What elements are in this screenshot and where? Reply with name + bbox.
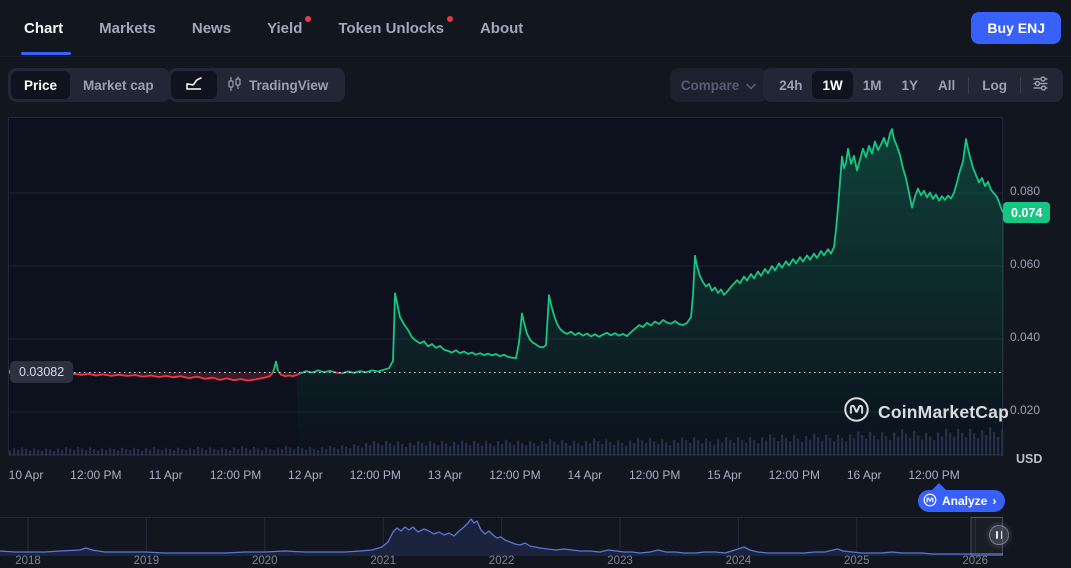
- line-chart-view-option[interactable]: [171, 71, 217, 99]
- log-scale-toggle[interactable]: Log: [972, 71, 1017, 99]
- navigator-year-label: 2021: [370, 555, 396, 567]
- metric-price-option[interactable]: Price: [11, 71, 71, 99]
- compare-label: Compare: [680, 77, 740, 93]
- tradingview-view-option[interactable]: TradingView: [217, 76, 342, 95]
- navigator-year-label: 2018: [15, 555, 41, 567]
- notification-dot: [305, 16, 312, 22]
- nav-item-label: About: [479, 20, 524, 37]
- x-axis-label: 13 Apr: [427, 468, 463, 482]
- chart-toolbar: Price Market cap TradingView Compare 24h…: [0, 68, 1071, 102]
- y-axis-label: 0.060: [1010, 257, 1041, 271]
- y-axis-label: 0.040: [1010, 330, 1041, 344]
- sliders-icon: [1032, 75, 1049, 95]
- metric-toggle: Price Market cap: [8, 68, 170, 102]
- watermark-label: CoinMarketCap: [878, 401, 1009, 422]
- page-header: Chart Markets News Yield Token Unlocks About …: [0, 0, 1071, 57]
- navigator-range-handle[interactable]: [989, 525, 1009, 545]
- buy-enj-button[interactable]: Buy ENJ: [971, 12, 1061, 44]
- y-axis-label: 0.020: [1010, 403, 1041, 417]
- nav-item-label: Yield: [267, 20, 303, 37]
- x-axis-label: 12:00 PM: [349, 468, 401, 482]
- chevron-right-icon: ›: [992, 494, 997, 508]
- nav-item-label: Token Unlocks: [338, 20, 444, 37]
- nav-item-yield[interactable]: Yield: [267, 0, 312, 57]
- x-axis-label: 12:00 PM: [768, 468, 821, 482]
- main-nav: Chart Markets News Yield Token Unlocks About: [21, 0, 523, 57]
- x-axis-label: 14 Apr: [567, 468, 603, 482]
- x-axis-label: 16 Apr: [846, 468, 882, 482]
- range-1y[interactable]: 1Y: [891, 71, 928, 99]
- candlestick-icon: [227, 76, 242, 95]
- line-chart-icon: [185, 76, 203, 94]
- navigator-year-label: 2024: [725, 555, 752, 567]
- range-selector: 24h 1W 1M 1Y All Log: [763, 68, 1063, 102]
- range-1w[interactable]: 1W: [812, 71, 853, 99]
- metric-marketcap-option[interactable]: Market cap: [70, 71, 167, 99]
- tradingview-label: TradingView: [249, 77, 329, 93]
- x-axis-label: 15 Apr: [707, 468, 742, 482]
- divider: [1020, 77, 1021, 93]
- nav-item-label: Chart: [24, 20, 64, 37]
- navigator-year-label: 2019: [133, 555, 160, 567]
- compare-button[interactable]: Compare: [670, 68, 767, 102]
- active-tab-underline: [21, 52, 72, 55]
- range-all[interactable]: All: [928, 71, 965, 99]
- chart-settings-button[interactable]: [1024, 75, 1057, 95]
- currency-unit-label: USD: [1016, 452, 1043, 466]
- range-1m[interactable]: 1M: [853, 71, 892, 99]
- navigator-svg: [0, 517, 1003, 556]
- open-price-badge: 0.03082: [10, 360, 74, 383]
- nav-item-news[interactable]: News: [192, 0, 231, 57]
- x-axis-label: 12:00 PM: [209, 468, 262, 482]
- nav-item-token-unlocks[interactable]: Token Unlocks: [338, 0, 453, 57]
- range-24h[interactable]: 24h: [769, 71, 812, 99]
- navigator-year-label: 2020: [252, 555, 278, 567]
- navigator-year-label: 2023: [607, 555, 633, 567]
- nav-item-label: Markets: [99, 20, 156, 37]
- nav-item-markets[interactable]: Markets: [99, 0, 156, 57]
- navigator-year-label: 2022: [488, 555, 515, 567]
- current-price-badge: 0.074: [1003, 202, 1051, 224]
- navigator-year-label: 2026: [962, 555, 988, 567]
- x-axis-label: 12:00 PM: [628, 468, 681, 482]
- chevron-down-icon: [746, 78, 757, 93]
- y-axis-label: 0.080: [1010, 184, 1041, 198]
- notification-dot: [446, 16, 453, 22]
- nav-item-label: News: [191, 20, 232, 37]
- nav-item-about[interactable]: About: [480, 0, 523, 57]
- x-axis-label: 12:00 PM: [489, 468, 541, 482]
- analyze-button[interactable]: Analyze ›: [918, 483, 1006, 512]
- x-axis-label: 12:00 PM: [70, 468, 122, 482]
- x-axis-label: 12 Apr: [288, 468, 323, 482]
- coinmarketcap-watermark: CoinMarketCap: [843, 396, 1009, 428]
- coinmarketcap-chart-page: Chart Markets News Yield Token Unlocks About …: [0, 0, 1071, 568]
- x-axis-label: 11 Apr: [148, 468, 183, 482]
- navigator-year-label: 2025: [844, 555, 870, 567]
- history-navigator[interactable]: [0, 517, 1003, 556]
- coinmarketcap-logo-icon: [843, 396, 870, 428]
- divider: [968, 77, 970, 93]
- nav-item-chart[interactable]: Chart: [21, 0, 72, 57]
- analyze-logo-icon: [923, 493, 937, 510]
- analyze-label: Analyze: [942, 494, 988, 508]
- x-axis-label: 12:00 PM: [908, 468, 960, 482]
- view-toggle: TradingView: [168, 68, 346, 102]
